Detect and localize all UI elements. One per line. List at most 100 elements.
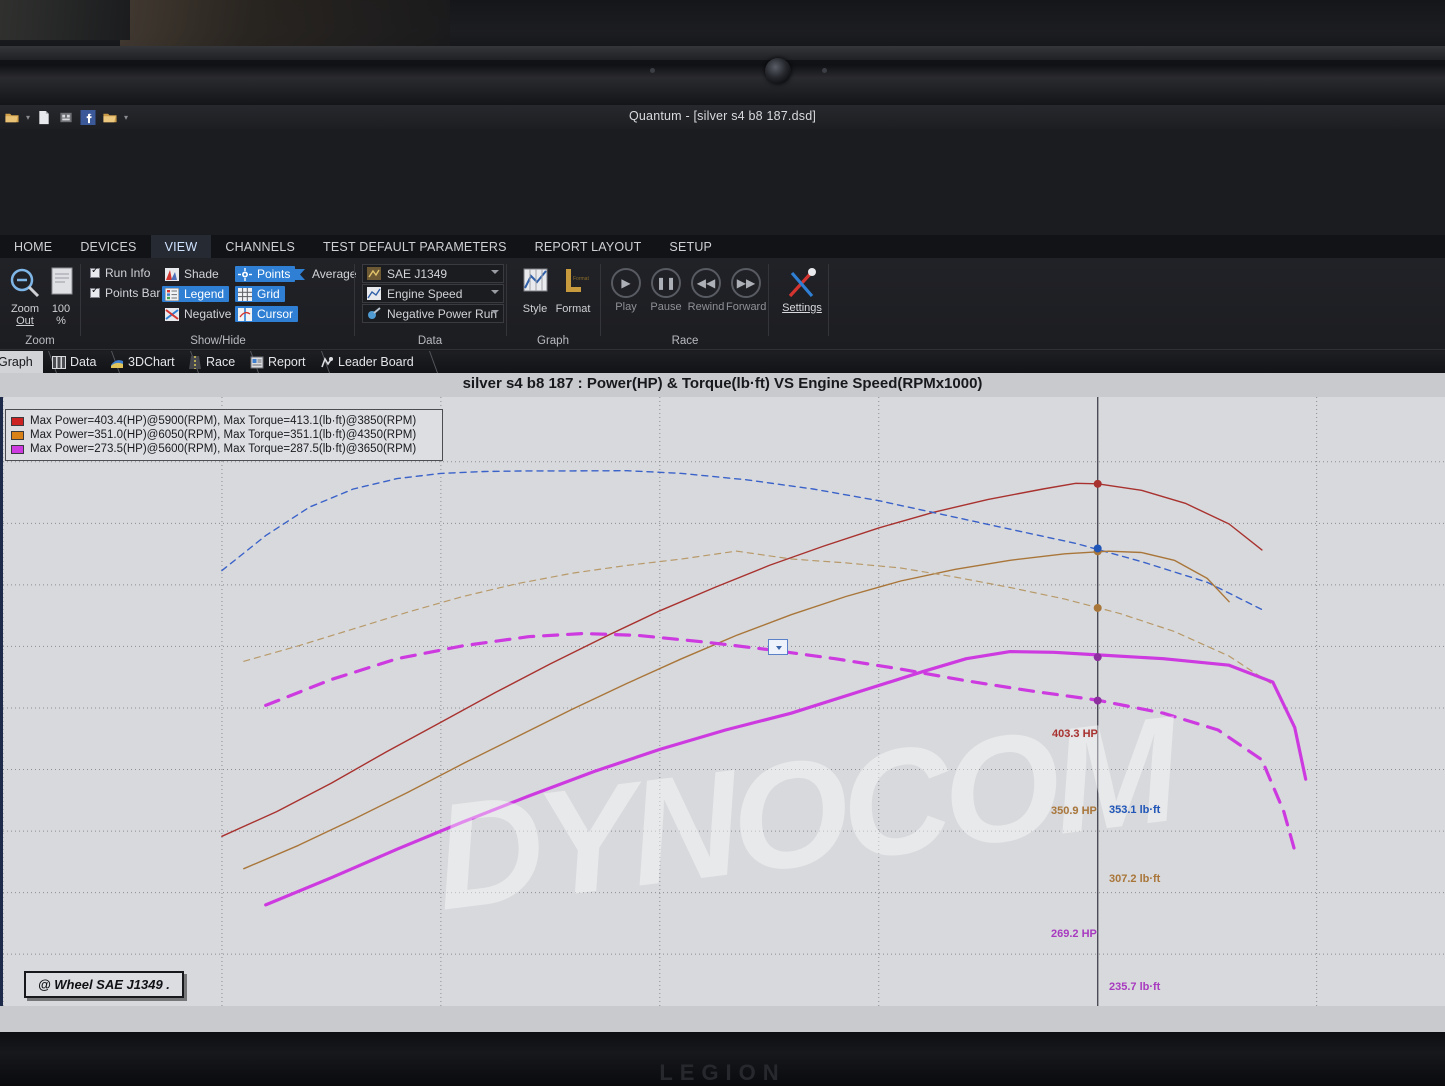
- sigma-average-icon: [293, 268, 307, 281]
- format-button[interactable]: Format Format: [550, 264, 596, 316]
- new-document-icon[interactable]: [36, 110, 52, 125]
- zoom-page-icon: [38, 264, 84, 304]
- ribbon-group-graph: Style Format Format Graph: [508, 258, 598, 350]
- cursor-label: Cursor: [257, 307, 293, 321]
- ribbon-tab-view[interactable]: VIEW: [151, 235, 212, 258]
- chevron-down-icon: [491, 290, 499, 294]
- cursor-readout-1: 403.3 HP: [1052, 728, 1098, 740]
- chevron-down-icon: [491, 310, 499, 314]
- zoom-level-value: 100: [52, 303, 70, 315]
- ribbon-group-graph-label: Graph: [508, 335, 598, 347]
- settings-button[interactable]: Settings: [776, 266, 828, 314]
- legend-icon: [165, 288, 179, 301]
- webcam-sensor-dot-left: [650, 68, 655, 73]
- play-label: Play: [615, 301, 636, 313]
- ribbon-separator-race-inner: [768, 264, 769, 336]
- ribbon-tab-home[interactable]: HOME: [0, 235, 66, 258]
- open-file-icon[interactable]: [102, 110, 118, 125]
- run-type-dropdown[interactable]: Negative Power Run: [362, 304, 504, 323]
- legend-swatch-run1: [11, 417, 24, 426]
- format-label: Format: [556, 303, 591, 315]
- cursor-toggle[interactable]: Cursor: [235, 306, 298, 322]
- legend-swatch-run2: [11, 431, 24, 440]
- ribbon-tab-setup[interactable]: SETUP: [655, 235, 726, 258]
- ribbon-tab-channels[interactable]: CHANNELS: [211, 235, 309, 258]
- negative-toggle[interactable]: Negative: [162, 306, 236, 322]
- report-icon: [250, 356, 264, 369]
- dropdown-caret-icon[interactable]: ▾: [26, 113, 30, 122]
- legend-swatch-run3: [11, 445, 24, 454]
- pause-icon: ❚❚: [651, 268, 681, 298]
- view-tab-report[interactable]: Report: [240, 351, 316, 373]
- ribbon-group-data-label: Data: [356, 335, 504, 347]
- view-tab-race[interactable]: Race: [178, 351, 245, 373]
- points-toggle[interactable]: Points: [235, 266, 295, 282]
- cursor-readout-6: 235.7 lb·ft: [1109, 981, 1160, 993]
- shade-toggle[interactable]: Shade: [162, 266, 224, 282]
- view-tab-data[interactable]: Data: [42, 351, 106, 373]
- webcam-icon: [765, 58, 791, 84]
- play-icon: ▶: [611, 268, 641, 298]
- ribbon-separator-5: [828, 264, 829, 336]
- facebook-icon[interactable]: [80, 110, 96, 125]
- background-clutter: [120, 0, 450, 46]
- play-button[interactable]: ▶ Play: [606, 266, 646, 313]
- plot-area[interactable]: DYNOCOM: [0, 397, 1445, 1006]
- ribbon-tab-report-layout[interactable]: REPORT LAYOUT: [521, 235, 656, 258]
- view-tab-graph[interactable]: Graph: [0, 351, 43, 373]
- view-tab-data-label: Data: [70, 355, 96, 369]
- chart-legend: Max Power=403.4(HP)@5900(RPM), Max Torqu…: [5, 409, 443, 461]
- svg-text:Format: Format: [573, 276, 589, 282]
- chart3d-icon: [110, 356, 124, 369]
- view-tab-3dchart-label: 3DChart: [128, 355, 175, 369]
- ribbon-tab-devices[interactable]: DEVICES: [66, 235, 150, 258]
- points-bar-checkbox[interactable]: Points Bar: [90, 286, 160, 300]
- rewind-button[interactable]: ◀◀ Rewind: [686, 266, 726, 313]
- open-folder-icon[interactable]: [4, 110, 20, 125]
- customize-caret-icon[interactable]: ▾: [124, 113, 128, 122]
- x-channel-dropdown[interactable]: Engine Speed: [362, 284, 504, 303]
- run-info-label: Run Info: [105, 266, 150, 280]
- zoom-level-unit: %: [56, 315, 66, 327]
- negative-power-run-icon: [367, 307, 381, 320]
- legend-toggle[interactable]: Legend: [162, 286, 229, 302]
- zoom-level-button[interactable]: 100 %: [38, 264, 84, 327]
- road-icon: [188, 356, 202, 369]
- average-toggle[interactable]: Average: [290, 266, 361, 282]
- correction-standard-icon: [367, 267, 381, 280]
- settings-label: Settings: [782, 302, 822, 314]
- cursor-icon: [238, 308, 252, 321]
- leaderboard-icon: [320, 356, 334, 369]
- plot-svg: [3, 397, 1445, 1006]
- view-tab-3dchart[interactable]: 3DChart: [100, 351, 185, 373]
- cursor-readout-5: 269.2 HP: [1051, 928, 1097, 940]
- view-tab-race-label: Race: [206, 355, 235, 369]
- pause-button[interactable]: ❚❚ Pause: [646, 266, 686, 313]
- shade-icon: [165, 268, 179, 281]
- chevron-down-icon: [491, 270, 499, 274]
- forward-button[interactable]: ▶▶ Forward: [726, 266, 766, 313]
- view-tab-leader-board[interactable]: Leader Board: [310, 351, 424, 373]
- rewind-label: Rewind: [688, 301, 725, 313]
- settings-icon: [776, 266, 828, 302]
- title-spinner-control[interactable]: [768, 639, 788, 655]
- format-icon: Format: [550, 264, 596, 304]
- ribbon-tab-test-default-parameters[interactable]: TEST DEFAULT PARAMETERS: [309, 235, 521, 258]
- legend-item: Max Power=273.5(HP)@5600(RPM), Max Torqu…: [11, 442, 437, 456]
- grid-toggle[interactable]: Grid: [235, 286, 285, 302]
- style-label: Style: [523, 303, 547, 315]
- tools-icon[interactable]: [58, 110, 74, 125]
- ribbon-tab-bar: HOME DEVICES VIEW CHANNELS TEST DEFAULT …: [0, 235, 1445, 258]
- engine-speed-icon: [367, 287, 381, 300]
- correction-standard-dropdown[interactable]: SAE J1349: [362, 264, 504, 283]
- forward-icon: ▶▶: [731, 268, 761, 298]
- ribbon-group-zoom: Zoom Out 100 % Zoom: [0, 258, 80, 350]
- ribbon-group-race: ▶ Play ❚❚ Pause ◀◀ Rewind ▶▶ Forward Set…: [602, 258, 828, 350]
- background-clutter-secondary: [0, 0, 130, 40]
- view-tab-report-label: Report: [268, 355, 306, 369]
- zoom-out-label-line1: Zoom: [11, 303, 39, 315]
- chart-panel: silver s4 b8 187 : Power(HP) & Torque(lb…: [0, 373, 1445, 1032]
- chart-title: silver s4 b8 187 : Power(HP) & Torque(lb…: [0, 375, 1445, 392]
- view-tab-graph-label: Graph: [0, 355, 33, 369]
- run-info-checkbox[interactable]: Run Info: [90, 266, 150, 280]
